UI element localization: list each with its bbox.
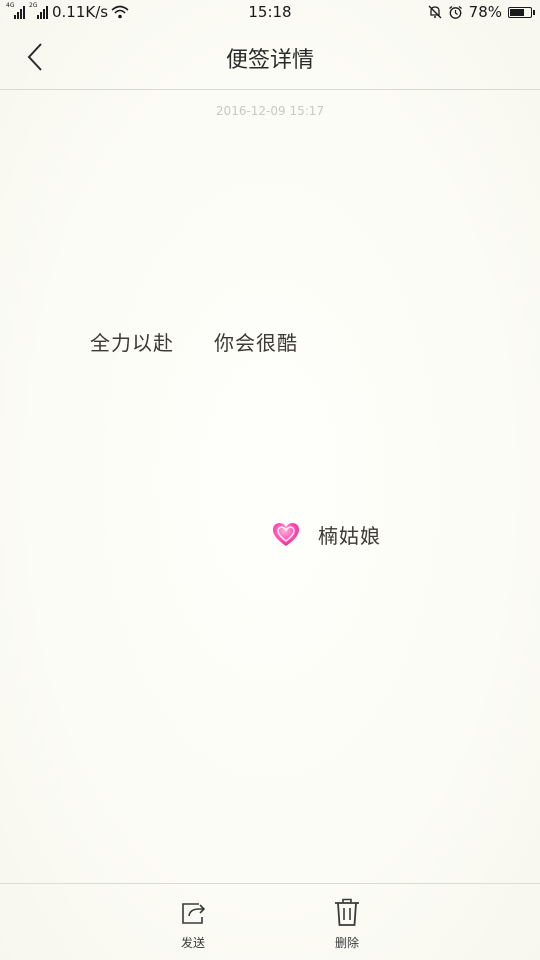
status-right: 78%: [428, 3, 535, 21]
page-title: 便签详情: [225, 48, 314, 73]
delete-button[interactable]: 删除: [312, 896, 382, 951]
note-signature: 楠姑娘: [318, 524, 381, 548]
battery-percent: 78%: [468, 3, 502, 21]
pink-heart-icon: [273, 522, 299, 546]
share-icon: [182, 903, 206, 924]
battery-icon: [508, 6, 535, 18]
note-text-part1: 全力以赴: [90, 331, 174, 355]
header: 便签详情: [0, 26, 540, 90]
bell-muted-icon: [428, 5, 442, 19]
send-button[interactable]: 发送: [158, 896, 228, 951]
delete-label: 删除: [334, 936, 359, 950]
battery-fill: [510, 8, 524, 16]
alarm-clock-icon: [448, 5, 462, 19]
trash-icon: [335, 898, 359, 926]
status-bar: 4G 2G 0.11K/s 15:18 78%: [0, 0, 540, 26]
bottom-toolbar: 发送 删除: [0, 883, 540, 960]
note-detail-screen: 4G 2G 0.11K/s 15:18 78% 便签详情 2016-12-09 …: [0, 0, 540, 960]
note-text-part2: 你会很酷: [214, 331, 298, 355]
send-label: 发送: [180, 936, 205, 950]
note-line-2: 楠姑娘: [272, 520, 381, 549]
note-line-1: 全力以赴 你会很酷: [90, 327, 298, 356]
note-timestamp: 2016-12-09 15:17: [215, 104, 325, 118]
